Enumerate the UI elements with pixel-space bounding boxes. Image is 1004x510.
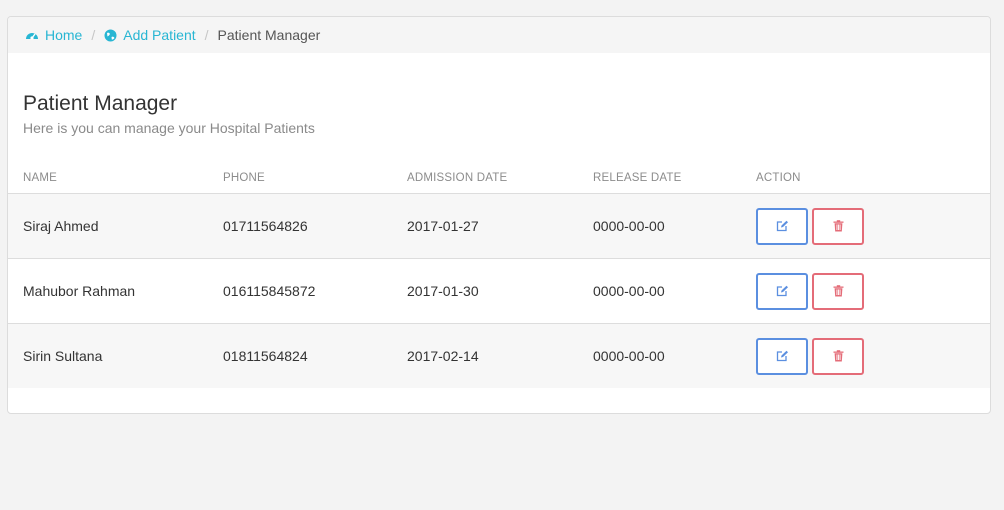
patient-phone: 01811564824 (223, 323, 407, 388)
globe-icon (104, 29, 117, 41)
patient-manager-panel: Home / Add Patient / Patient Manager Pat… (7, 16, 991, 414)
edit-icon (776, 285, 788, 297)
breadcrumb: Home / Add Patient / Patient Manager (8, 17, 990, 53)
patient-phone: 01711564826 (223, 193, 407, 259)
patient-name: Sirin Sultana (8, 323, 223, 388)
column-header-release-date: RELEASE DATE (593, 163, 756, 194)
admission-date: 2017-01-30 (407, 258, 593, 324)
edit-icon (776, 350, 788, 362)
breadcrumb-add-patient[interactable]: Add Patient (104, 27, 196, 43)
table-header-row: NAME PHONE ADMISSION DATE RELEASE DATE A… (8, 163, 990, 194)
release-date: 0000-00-00 (593, 258, 756, 324)
breadcrumb-home-label: Home (45, 27, 83, 43)
table-row: Siraj Ahmed 01711564826 2017-01-27 0000-… (8, 193, 990, 259)
edit-button[interactable] (756, 337, 808, 375)
page-title: Patient Manager (23, 92, 178, 115)
trash-icon (833, 220, 843, 232)
patients-table: NAME PHONE ADMISSION DATE RELEASE DATE A… (8, 163, 990, 388)
patient-name: Mahubor Rahman (8, 258, 223, 324)
column-header-action: ACTION (756, 163, 990, 194)
action-cell (756, 193, 990, 259)
breadcrumb-add-patient-label: Add Patient (123, 27, 196, 43)
edit-icon (776, 220, 788, 232)
column-header-admission-date: ADMISSION DATE (407, 163, 593, 194)
trash-icon (833, 285, 843, 297)
delete-button[interactable] (812, 272, 864, 310)
column-header-phone: PHONE (223, 163, 407, 194)
column-header-name: NAME (8, 163, 223, 194)
edit-button[interactable] (756, 272, 808, 310)
action-cell (756, 258, 990, 324)
action-cell (756, 323, 990, 388)
dashboard-icon (26, 33, 38, 40)
breadcrumb-separator: / (204, 27, 209, 43)
trash-icon (833, 350, 843, 362)
edit-button[interactable] (756, 207, 808, 245)
breadcrumb-home[interactable]: Home (25, 27, 82, 43)
table-row: Sirin Sultana 01811564824 2017-02-14 000… (8, 323, 990, 388)
admission-date: 2017-01-27 (407, 193, 593, 259)
page-subtitle: Here is you can manage your Hospital Pat… (23, 120, 315, 136)
patient-phone: 016115845872 (223, 258, 407, 324)
breadcrumb-separator: / (91, 27, 96, 43)
release-date: 0000-00-00 (593, 323, 756, 388)
page-header: Patient Manager Here is you can manage y… (8, 53, 990, 155)
patient-name: Siraj Ahmed (8, 193, 223, 259)
breadcrumb-current: Patient Manager (217, 27, 321, 43)
table-row: Mahubor Rahman 016115845872 2017-01-30 0… (8, 258, 990, 324)
release-date: 0000-00-00 (593, 193, 756, 259)
delete-button[interactable] (812, 337, 864, 375)
admission-date: 2017-02-14 (407, 323, 593, 388)
delete-button[interactable] (812, 207, 864, 245)
